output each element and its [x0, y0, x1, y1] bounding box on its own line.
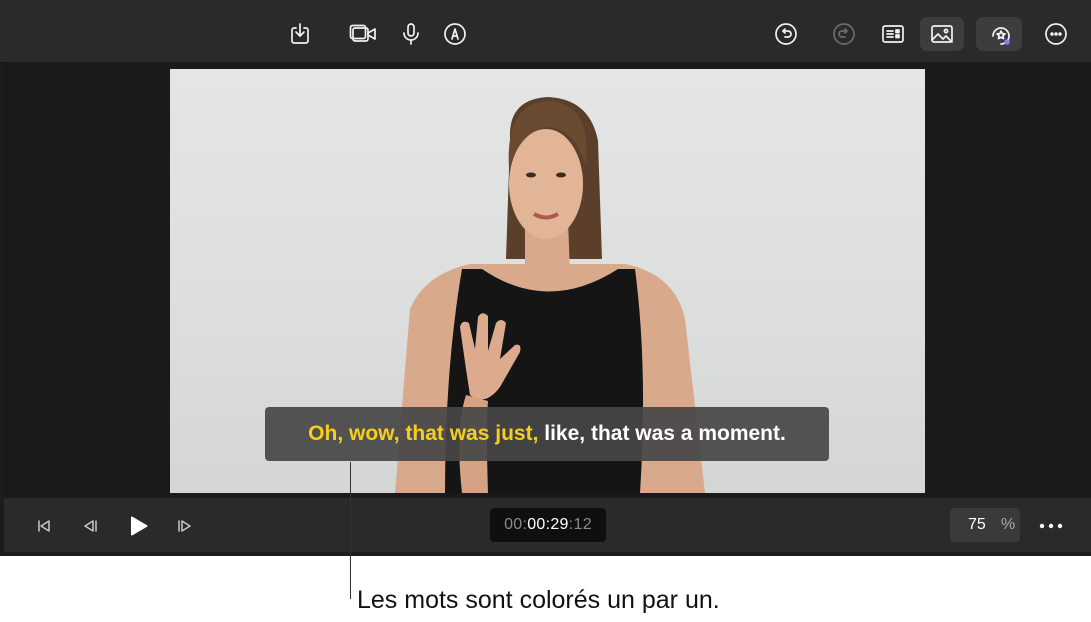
ellipsis-icon [1039, 523, 1063, 529]
inspector-button[interactable] [875, 17, 911, 51]
step-back-icon [84, 520, 97, 532]
import-icon [291, 23, 309, 44]
zoom-unit: % [1001, 516, 1016, 533]
photos-button[interactable] [920, 17, 964, 51]
play-button[interactable] [124, 512, 152, 540]
inspector-icon [882, 25, 904, 43]
video-viewer: Oh, wow, that was just, like, that was a… [4, 62, 1091, 498]
skip-to-start-icon [38, 520, 50, 532]
callout-label: Les mots sont colorés un par un. [357, 586, 720, 614]
timecode-hours: 00: [504, 516, 528, 533]
zoom-field[interactable]: 75 % [950, 508, 1020, 542]
markup-icon [444, 23, 466, 45]
timecode-minutes-seconds: 00:29 [527, 516, 569, 533]
markup-button[interactable] [437, 17, 473, 51]
app-window: Oh, wow, that was just, like, that was a… [0, 0, 1091, 556]
play-icon [130, 516, 148, 536]
next-frame-button[interactable] [171, 512, 199, 540]
voiceover-button[interactable] [393, 17, 429, 51]
step-forward-icon [178, 520, 191, 532]
previous-frame-button[interactable] [76, 512, 104, 540]
microphone-icon [403, 23, 419, 45]
redo-icon [833, 23, 855, 45]
timecode-display: 00: 00:29:12 [490, 508, 606, 542]
undo-button[interactable] [768, 17, 804, 51]
title-effects-button[interactable] [976, 17, 1022, 51]
title-effects-icon [992, 27, 1010, 45]
transport-bar: 00: 00:29:12 75 % [4, 498, 1091, 552]
camera-icon [349, 24, 376, 42]
undo-icon [775, 23, 797, 45]
video-frame[interactable]: Oh, wow, that was just, like, that was a… [170, 69, 925, 493]
photo-icon [931, 25, 953, 43]
caption-remaining-words: like, that was a moment. [538, 422, 786, 445]
more-icon [1045, 23, 1067, 45]
import-button[interactable] [282, 17, 318, 51]
timecode-frames: :12 [568, 516, 592, 533]
transport-more-button[interactable] [1034, 512, 1068, 540]
caption-highlighted-words: Oh, wow, that was just, [308, 422, 539, 445]
toolbar [0, 0, 1091, 63]
zoom-value: 75 [968, 516, 986, 533]
redo-button[interactable] [826, 17, 862, 51]
more-button[interactable] [1038, 17, 1074, 51]
caption-overlay: Oh, wow, that was just, like, that was a… [265, 407, 829, 461]
skip-to-start-button[interactable] [30, 512, 58, 540]
camera-button[interactable] [343, 17, 383, 51]
callout-line [350, 462, 351, 599]
